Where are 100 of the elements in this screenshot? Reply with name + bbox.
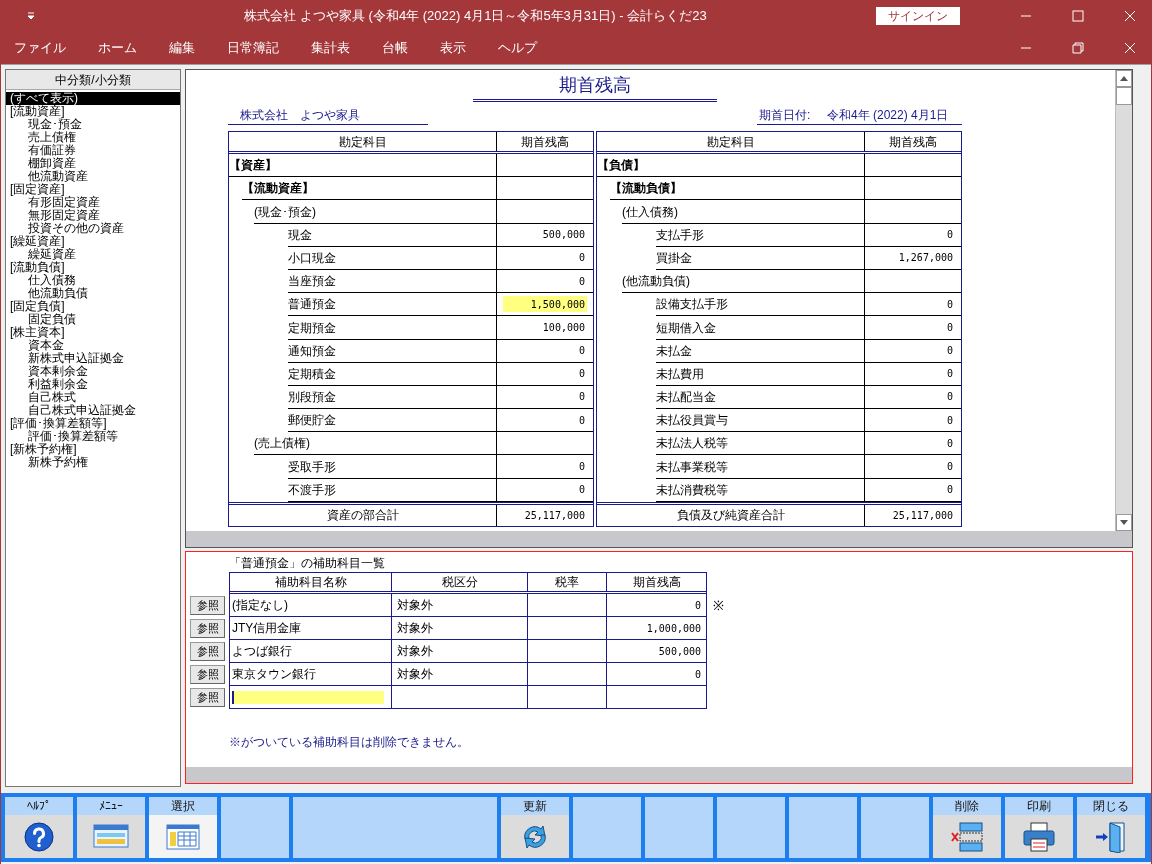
account-name: (売上債権) [254,432,496,456]
monitor-icon [93,823,129,850]
sidebar-item[interactable]: 固定負債 [6,313,180,326]
sidebar-item[interactable]: 繰延資産 [6,248,180,261]
restore-icon[interactable] [1072,42,1084,54]
menu-item[interactable]: ファイル [2,38,78,58]
sidebar-item[interactable]: 投資その他の資産 [6,222,180,235]
account-name: 未払費用 [656,362,864,386]
column-header: 税率 [528,573,607,591]
account-name: 【流動負債】 [610,177,864,201]
account-name: 小口現金 [288,246,496,270]
menu-item[interactable]: 台帳 [370,38,420,58]
sidebar-item[interactable]: 資本剰余金 [6,365,180,378]
menu-item[interactable]: 日常簿記 [215,38,291,58]
account-name: 【流動資産】 [242,177,496,201]
account-name: 未払事業税等 [656,455,864,479]
account-name: 未払配当金 [656,385,864,410]
empty-slot [573,797,641,858]
window-title: 株式会社 よつや家具 (令和4年 (2022) 4月1日～令和5年3月31日) - 会計らくだ23 [243,7,708,26]
company-name: 株式会社 よつや家具 [228,106,428,125]
column-header: 期首残高 [631,574,682,591]
sidebar-item[interactable]: 仕入債務 [6,274,180,287]
account-name: 短期借入金 [656,316,864,340]
sub-account-text: 東京タウン銀行 [232,666,316,683]
close-icon[interactable] [1124,42,1136,54]
reference-button[interactable]: 参照 [190,596,225,615]
sidebar-item[interactable]: [新株予約権] [6,443,180,456]
close-icon[interactable] [1124,10,1136,22]
column-header: 勘定科目 [597,132,865,151]
scroll-up-icon[interactable] [1120,76,1128,81]
reference-button[interactable]: 参照 [190,688,225,707]
report-title: 期首残高 [473,72,717,102]
reference-button[interactable]: 参照 [190,665,225,684]
vertical-scrollbar[interactable] [1115,70,1132,531]
sidebar-item[interactable]: [固定資産] [6,183,180,196]
sidebar-item[interactable]: 他流動負債 [6,287,180,300]
sidebar-item[interactable]: [流動負債] [6,261,180,274]
account-name: 【資産】 [229,154,496,178]
signin-button[interactable]: サインイン [876,7,960,25]
sidebar-item[interactable]: 売上債権 [6,131,180,144]
empty-slot [645,797,713,858]
account-name: 定期積金 [288,362,496,386]
balance-text: 0 [694,598,701,613]
account-name: 郵便貯金 [288,409,496,433]
menu-item[interactable]: 集計表 [299,38,362,58]
column-header: 補助科目名称 [230,573,392,591]
delete-rows-icon [950,820,984,853]
sidebar-item[interactable]: 新株予約権 [6,456,180,469]
sub-account-caption: 「普通預金」の補助科目一覧 [229,555,386,572]
account-name: 受取手形 [288,455,496,479]
sidebar-item[interactable]: 利益剰余金 [6,378,180,391]
account-name: 設備支払手形 [656,293,864,317]
sidebar-item[interactable]: 棚卸資産 [6,157,180,170]
account-name: (他流動負債) [622,269,864,294]
date-value: 令和4年 (2022) 4月1日 [827,107,949,124]
sidebar-item[interactable]: 他流動資産 [6,170,180,183]
account-name: (仕入債務) [622,200,864,224]
printer-icon [1022,820,1056,853]
balance-value[interactable]: 1,500,000 [503,296,587,313]
scrollbar-thumb[interactable] [1116,87,1132,105]
horizontal-scrollbar[interactable] [186,767,1132,783]
sidebar-item[interactable]: 現金･預金 [6,118,180,131]
scroll-down-icon[interactable] [1120,520,1128,525]
sidebar-item[interactable]: [固定負債] [6,300,180,313]
sidebar-item[interactable]: 自己株式 [6,391,180,404]
sidebar-item[interactable]: 有価証券 [6,144,180,157]
tax-category-text: 対象外 [397,597,433,614]
sidebar-item[interactable]: [株主資本] [6,326,180,339]
sidebar-item[interactable]: 資本金 [6,339,180,352]
sidebar-item[interactable]: 新株式申込証拠金 [6,352,180,365]
sidebar-item[interactable]: 自己株式申込証拠金 [6,404,180,417]
name-input-field[interactable] [232,690,384,704]
account-name: 【負債】 [597,154,864,178]
date-label: 期首日付: [759,107,812,124]
menu-item[interactable]: 編集 [157,38,207,58]
exit-door-icon [1094,820,1128,853]
account-name: 未払消費税等 [656,478,864,502]
sidebar-item[interactable]: [流動資産] [6,105,180,118]
quick-access-icon[interactable] [27,12,35,20]
sidebar-item[interactable]: [評価･換算差額等] [6,417,180,430]
balance-text: 500,000 [658,644,701,659]
account-name: (現金･預金) [254,200,496,224]
account-name: 買掛金 [656,246,864,270]
reference-button[interactable]: 参照 [190,619,225,638]
sidebar-item[interactable]: 評価･換算差額等 [6,430,180,443]
sidebar-item[interactable]: (すべて表示) [6,92,180,105]
maximize-icon[interactable] [1072,10,1084,22]
sidebar-item[interactable]: 有形固定資産 [6,196,180,209]
menu-item[interactable]: ヘルプ [486,38,549,58]
sidebar-item[interactable]: 無形固定資産 [6,209,180,222]
menu-item[interactable]: ホーム [86,38,149,58]
tax-category-text: 対象外 [397,666,433,683]
account-name: 支払手形 [656,223,864,247]
reference-button[interactable]: 参照 [190,642,225,661]
column-header: 税区分 [392,573,528,591]
menu-item[interactable]: 表示 [428,38,478,58]
horizontal-scrollbar[interactable] [186,531,1132,547]
empty-slot [861,797,929,858]
sidebar-item[interactable]: [繰延資産] [6,235,180,248]
column-header: 期首残高 [520,133,570,151]
